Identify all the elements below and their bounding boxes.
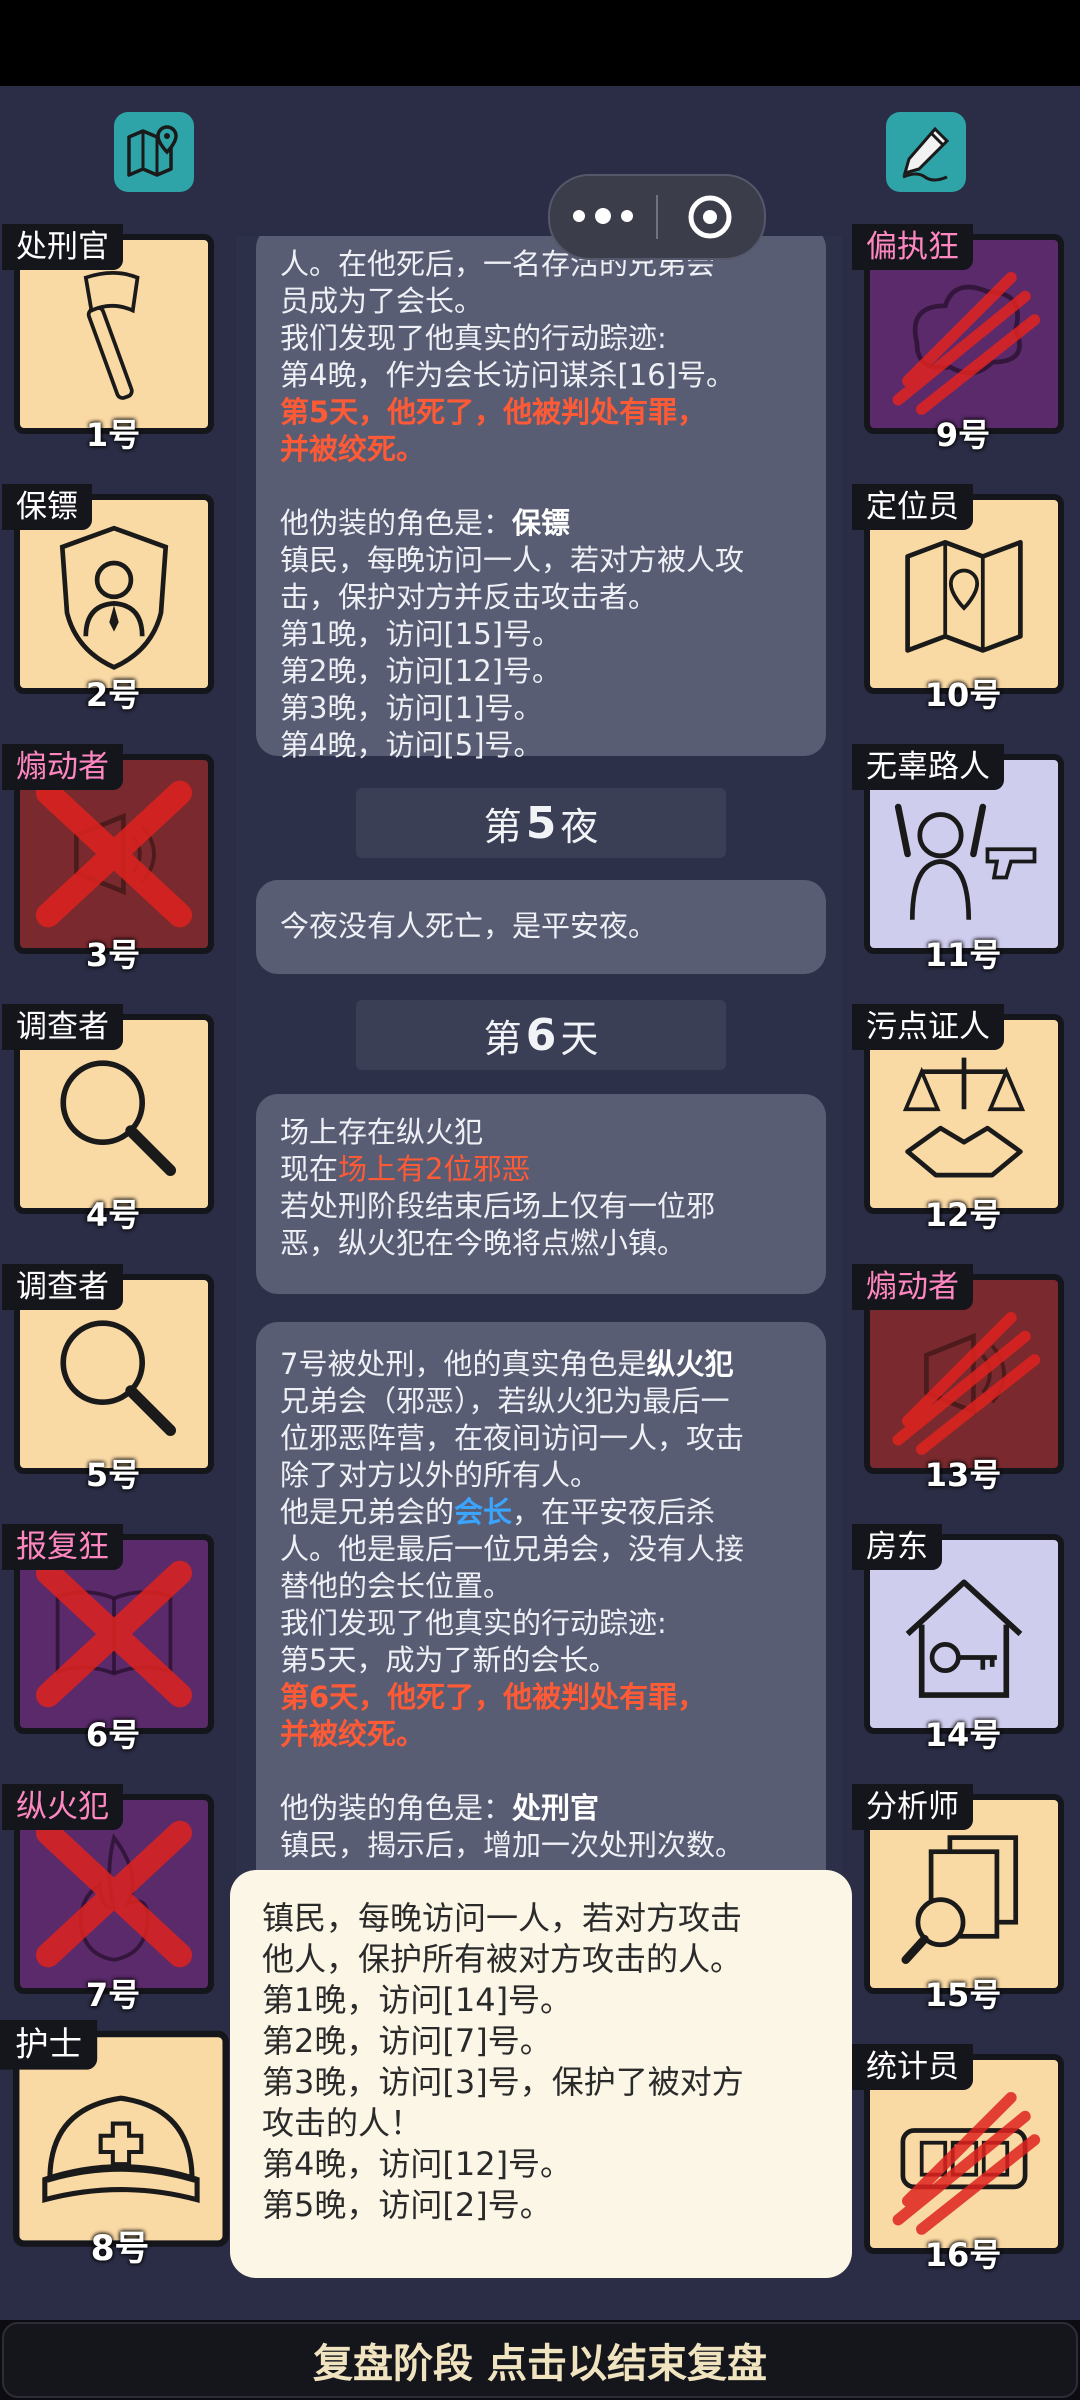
player-number: 6号 [85, 1716, 141, 1754]
player-number: 14号 [924, 1716, 1002, 1754]
log-card-peaceful-night: 今夜没有人死亡，是平安夜。 [256, 880, 826, 974]
player-seat-13号[interactable]: 煽动者 13号 [852, 1264, 1074, 1502]
role-label: 房东 [852, 1524, 942, 1570]
more-dots-icon[interactable] [550, 208, 656, 224]
role-label: 定位员 [852, 484, 973, 530]
player-number: 10号 [924, 676, 1002, 714]
log-card-arsonist-warning: 场上存在纵火犯 现在场上有2位邪恶 若处刑阶段结束后场上仅有一位邪 恶，纵火犯在… [256, 1094, 826, 1294]
role-label: 纵火犯 [2, 1784, 123, 1830]
role-label: 护士 [0, 2020, 98, 2070]
review-phase-bar[interactable]: 复盘阶段 点击以结束复盘 [0, 2320, 1080, 2400]
player-seat-16号[interactable]: 统计员 16号 [852, 2044, 1074, 2282]
pen-edit-icon [902, 126, 950, 182]
player-seat-8号[interactable]: 护士 8号 [0, 2020, 240, 2277]
role-label: 污点证人 [852, 1004, 1004, 1050]
player-seat-10号[interactable]: 定位员 10号 [852, 484, 1074, 722]
mini-program-capsule [548, 174, 766, 260]
status-bar [0, 0, 1080, 86]
role-label: 无辜路人 [852, 744, 1004, 790]
player-number: 12号 [924, 1196, 1002, 1234]
player-number: 1号 [85, 416, 141, 454]
player-seat-4号[interactable]: 调查者 4号 [2, 1004, 224, 1242]
role-label: 偏执狂 [852, 224, 973, 270]
player-number: 16号 [924, 2236, 1002, 2274]
player-seat-15号[interactable]: 分析师 15号 [852, 1784, 1074, 2022]
player-number: 2号 [85, 676, 141, 714]
player-number: 11号 [924, 936, 1002, 974]
player-seat-12号[interactable]: 污点证人 12号 [852, 1004, 1074, 1242]
player-number: 8号 [90, 2227, 150, 2269]
log-card-execution: 7号被处刑，他的真实角色是纵火犯 兄弟会（邪恶），若纵火犯为最后一 位邪恶阵营，… [256, 1322, 826, 1876]
end-review-button[interactable]: 复盘阶段 点击以结束复盘 [2, 2322, 1078, 2398]
player-seat-14号[interactable]: 房东 14号 [852, 1524, 1074, 1762]
game-log-feed[interactable]: 人。在他死后，一名存活的兄弟会 员成为了会长。 我们发现了他真实的行动踪迹: 第… [236, 236, 842, 1876]
map-pin-icon [127, 125, 178, 177]
player-number: 13号 [924, 1456, 1002, 1494]
role-label: 保镖 [2, 484, 92, 530]
role-label: 煽动者 [2, 744, 123, 790]
role-detail-tooltip: 镇民，每晚访问一人，若对方攻击 他人，保护所有被对方攻击的人。 第1晚，访问[1… [230, 1870, 852, 2278]
edit-notes-button[interactable] [886, 112, 966, 192]
role-label: 处刑官 [2, 224, 123, 270]
map-button[interactable] [114, 112, 194, 192]
player-seat-11号[interactable]: 无辜路人 11号 [852, 744, 1074, 982]
night-5-banner: 第5夜 [356, 788, 726, 858]
target-close-icon[interactable] [658, 192, 762, 242]
player-seat-1号[interactable]: 处刑官 1号 [2, 224, 224, 462]
log-card-previous-death: 人。在他死后，一名存活的兄弟会 员成为了会长。 我们发现了他真实的行动踪迹: 第… [256, 236, 826, 762]
player-number: 9号 [935, 416, 991, 454]
player-seat-7号[interactable]: 纵火犯 7号 [2, 1784, 224, 2022]
player-number: 4号 [85, 1196, 141, 1234]
role-label: 煽动者 [852, 1264, 973, 1310]
role-label: 报复狂 [2, 1524, 123, 1570]
player-seat-5号[interactable]: 调查者 5号 [2, 1264, 224, 1502]
player-number: 15号 [924, 1976, 1002, 2014]
role-label: 统计员 [852, 2044, 973, 2090]
day-6-banner: 第6天 [356, 1000, 726, 1070]
player-seat-2号[interactable]: 保镖 2号 [2, 484, 224, 722]
player-seat-9号[interactable]: 偏执狂 9号 [852, 224, 1074, 462]
player-seat-6号[interactable]: 报复狂 6号 [2, 1524, 224, 1762]
role-label: 分析师 [852, 1784, 973, 1830]
player-number: 7号 [85, 1976, 141, 2014]
player-number: 5号 [85, 1456, 141, 1494]
role-label: 调查者 [2, 1004, 123, 1050]
player-seat-3号[interactable]: 煽动者 3号 [2, 744, 224, 982]
player-number: 3号 [85, 936, 141, 974]
role-label: 调查者 [2, 1264, 123, 1310]
